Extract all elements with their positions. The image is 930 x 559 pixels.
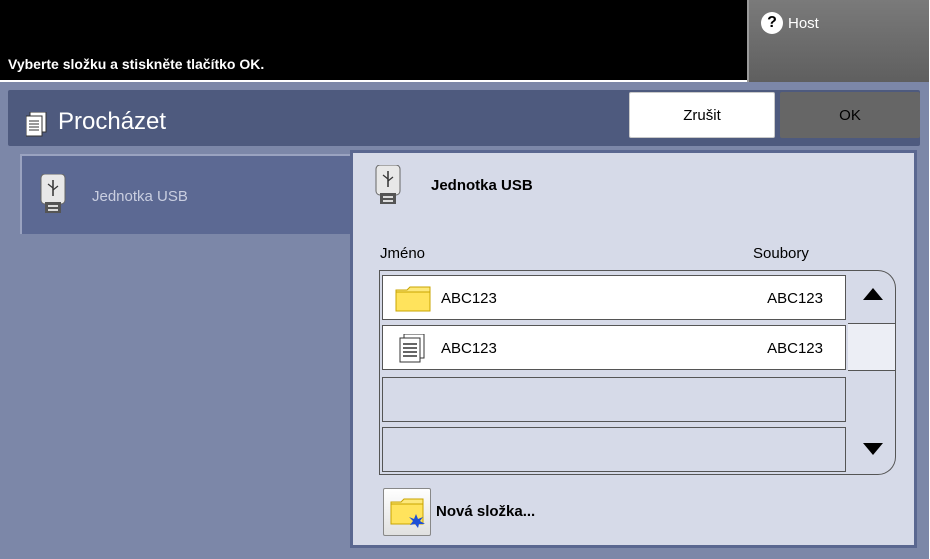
- new-folder-button[interactable]: [383, 488, 431, 536]
- new-folder-icon: [390, 498, 425, 528]
- scroll-down-icon[interactable]: [863, 443, 883, 455]
- empty-list-row: [382, 377, 846, 422]
- host-button[interactable]: ? Host: [747, 0, 929, 82]
- usb-icon: [40, 174, 66, 213]
- empty-list-row: [382, 427, 846, 472]
- usb-icon: [375, 165, 401, 204]
- ok-button[interactable]: OK: [780, 92, 920, 138]
- item-files: ABC123: [767, 340, 823, 357]
- host-label: Host: [788, 14, 819, 32]
- list-item[interactable]: ABC123 ABC123: [382, 275, 846, 320]
- file-list: ABC123 ABC123 ABC123 ABC123: [379, 270, 849, 475]
- column-header-name: Jméno: [380, 245, 426, 262]
- scrollbar-thumb[interactable]: [848, 323, 896, 371]
- new-folder-label: Nová složka...: [436, 503, 536, 520]
- cancel-button[interactable]: Zrušit: [629, 92, 775, 138]
- scroll-up-icon[interactable]: [863, 288, 883, 300]
- item-name: ABC123: [441, 340, 497, 357]
- question-icon: ?: [761, 12, 783, 34]
- column-header-files: Soubory: [753, 245, 809, 262]
- document-icon: [26, 112, 47, 137]
- panel-heading: Jednotka USB: [431, 177, 533, 194]
- source-item-usb[interactable]: Jednotka USB: [20, 154, 350, 234]
- host-button-content: ? Host: [761, 12, 819, 34]
- folder-icon: [395, 286, 431, 312]
- list-item[interactable]: ABC123 ABC123: [382, 325, 846, 370]
- source-item-label: Jednotka USB: [92, 188, 188, 205]
- instruction-text: Vyberte složku a stiskněte tlačítko OK.: [8, 56, 265, 72]
- document-icon: [399, 334, 425, 363]
- page-title: Procházet: [58, 108, 167, 135]
- item-name: ABC123: [441, 290, 497, 307]
- item-files: ABC123: [767, 290, 823, 307]
- browser-panel: Jednotka USB Jméno Soubory ABC123 ABC123…: [350, 150, 917, 548]
